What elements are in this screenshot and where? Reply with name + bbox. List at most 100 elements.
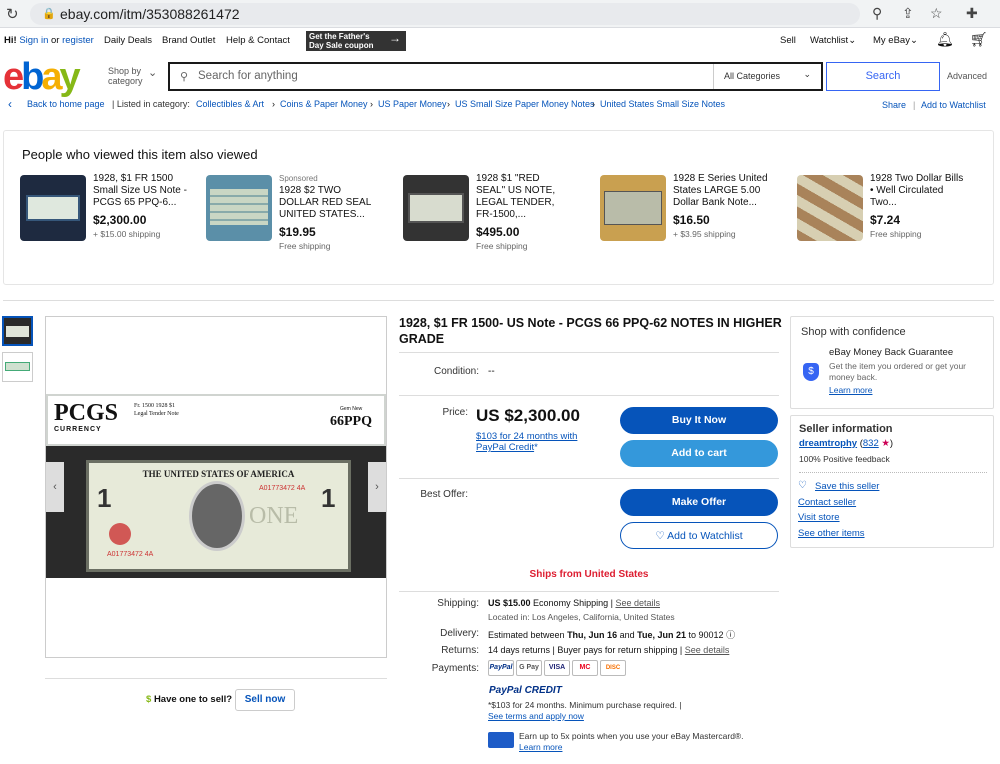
item-price: $2,300.00 bbox=[93, 213, 147, 227]
crumb-paper-money[interactable]: US Paper Money bbox=[378, 99, 447, 109]
item-price: $16.50 bbox=[673, 213, 710, 227]
back-home-link[interactable]: Back to home page bbox=[27, 99, 105, 109]
next-image-button[interactable]: › bbox=[368, 462, 386, 512]
chevron-left-icon[interactable]: ‹ bbox=[8, 97, 12, 111]
crumb-us-small-notes[interactable]: United States Small Size Notes bbox=[600, 99, 725, 109]
item-thumbnail bbox=[600, 175, 666, 241]
share-link[interactable]: Share bbox=[882, 100, 906, 110]
confidence-title: Shop with confidence bbox=[801, 326, 906, 338]
visa-icon: VISA bbox=[544, 660, 570, 676]
seller-info-title: Seller information bbox=[799, 423, 893, 435]
seller-score[interactable]: 832 bbox=[863, 438, 879, 449]
item-title: 1928, $1 FR 1500- US Note - PCGS 66 PPQ-… bbox=[399, 316, 782, 346]
watchlist-link[interactable]: Watchlist bbox=[810, 35, 848, 46]
item-thumbnail bbox=[206, 175, 272, 241]
divider bbox=[3, 300, 994, 301]
currency-label: CURRENCY bbox=[54, 426, 102, 433]
gallery-thumbnail[interactable] bbox=[2, 352, 33, 382]
also-viewed-title: People who viewed this item also viewed bbox=[22, 147, 258, 162]
contact-seller-link[interactable]: Contact seller bbox=[798, 497, 856, 508]
crumb-coins[interactable]: Coins & Paper Money bbox=[280, 99, 368, 109]
returns-details-link[interactable]: See details bbox=[685, 645, 730, 655]
search-input[interactable]: Search for anything bbox=[198, 70, 298, 82]
zoom-icon[interactable]: ⚲ bbox=[872, 5, 882, 22]
star-icon[interactable]: ☆ bbox=[930, 5, 943, 22]
condition-value: -- bbox=[488, 366, 495, 377]
paypal-terms-link[interactable]: See terms and apply now bbox=[488, 711, 584, 721]
lock-icon[interactable]: 🔒 bbox=[42, 7, 56, 20]
also-viewed-item[interactable]: Sponsored 1928 $2 TWO DOLLAR RED SEAL UNI… bbox=[192, 173, 382, 263]
gallery-thumbnail[interactable] bbox=[2, 316, 33, 346]
breadcrumb: ‹ Back to home page | Listed in category… bbox=[8, 97, 986, 111]
crumb-sep: › bbox=[272, 99, 275, 109]
seller-name-link[interactable]: dreamtrophy bbox=[799, 438, 857, 449]
item-price: $495.00 bbox=[476, 225, 520, 239]
add-to-watchlist-button[interactable]: ♡ Add to Watchlist bbox=[620, 522, 778, 549]
share-icon[interactable]: ⇪ bbox=[902, 5, 914, 22]
search-button[interactable]: Search bbox=[826, 62, 940, 91]
add-watchlist-link[interactable]: Add to Watchlist bbox=[921, 100, 986, 110]
have-one-label: Have one to sell? bbox=[153, 694, 233, 705]
shop-by-category[interactable]: Shop by category ⌄ bbox=[108, 66, 157, 86]
discover-icon: DISC bbox=[600, 660, 626, 676]
also-viewed-item[interactable]: 1928, $1 FR 1500 Small Size US Note - PC… bbox=[6, 173, 196, 263]
daily-deals-link[interactable]: Daily Deals bbox=[104, 35, 152, 46]
ebay-logo[interactable]: ebay bbox=[3, 56, 81, 99]
divider bbox=[799, 472, 987, 473]
paypal-credit-offer[interactable]: $103 for 24 months with bbox=[476, 431, 577, 442]
my-ebay-link[interactable]: My eBay bbox=[873, 35, 910, 46]
item-shipping: Free shipping bbox=[279, 241, 331, 251]
card-learn-more[interactable]: Learn more bbox=[519, 742, 562, 752]
sign-in-link[interactable]: Sign in bbox=[19, 35, 48, 46]
extensions-icon[interactable]: ✚ bbox=[966, 5, 978, 22]
card-promo: Earn up to 5x points when you use your e… bbox=[519, 731, 744, 741]
sponsored-label: Sponsored bbox=[279, 174, 318, 183]
item-thumbnail bbox=[403, 175, 469, 241]
also-viewed-section: People who viewed this item also viewed … bbox=[3, 130, 994, 285]
heart-icon: ♡ bbox=[655, 530, 665, 542]
category-select[interactable]: All Categories ⌄ bbox=[713, 64, 821, 89]
sell-now-button[interactable]: Sell now bbox=[235, 689, 295, 711]
returns-label: Returns: bbox=[441, 645, 479, 656]
divider bbox=[399, 395, 779, 396]
shop-by-label: Shop by bbox=[108, 66, 142, 76]
positive-feedback: 100% Positive feedback bbox=[799, 454, 890, 464]
shipping-type: Economy Shipping | bbox=[533, 598, 613, 608]
add-to-cart-button[interactable]: Add to cart bbox=[620, 440, 778, 467]
have-one-to-sell: $ Have one to sell? bbox=[146, 694, 232, 705]
cart-icon[interactable]: 🛒︎ bbox=[970, 31, 988, 48]
also-viewed-item[interactable]: 1928 $1 "RED SEAL" US NOTE, LEGAL TENDER… bbox=[389, 173, 579, 263]
item-shipping: Free shipping bbox=[870, 229, 922, 239]
reload-icon[interactable]: ↻ bbox=[6, 5, 19, 23]
shipping-details-link[interactable]: See details bbox=[615, 598, 660, 608]
shipping-cost: US $15.00 bbox=[488, 598, 531, 608]
url-text: ebay.com/itm/353088261472 bbox=[60, 6, 240, 22]
shield-icon: $ bbox=[803, 363, 819, 381]
paypal-credit-link[interactable]: PayPal Credit bbox=[476, 442, 534, 453]
prev-image-button[interactable]: ‹ bbox=[46, 462, 64, 512]
also-viewed-item[interactable]: 1928 E Series United States LARGE 5.00 D… bbox=[586, 173, 776, 263]
main-image[interactable]: PCGS CURRENCY Fr. 1500 1928 $1 Legal Tend… bbox=[45, 316, 387, 658]
help-contact-link[interactable]: Help & Contact bbox=[226, 35, 290, 46]
see-other-items-link[interactable]: See other items bbox=[798, 528, 865, 539]
visit-store-link[interactable]: Visit store bbox=[798, 512, 840, 523]
also-viewed-item[interactable]: 1928 Two Dollar Bills • Well Circulated … bbox=[783, 173, 973, 263]
save-seller-link[interactable]: Save this seller bbox=[815, 481, 879, 492]
register-link[interactable]: register bbox=[62, 35, 94, 46]
bell-icon[interactable]: 🔔︎ bbox=[936, 31, 954, 48]
make-offer-button[interactable]: Make Offer bbox=[620, 489, 778, 516]
crumb-collectibles[interactable]: Collectibles & Art bbox=[196, 99, 264, 109]
advanced-search-link[interactable]: Advanced bbox=[947, 71, 987, 81]
sell-link[interactable]: Sell bbox=[780, 35, 796, 46]
price-label: Price: bbox=[442, 407, 468, 418]
pcgs-logo: PCGS bbox=[54, 400, 119, 426]
brand-outlet-link[interactable]: Brand Outlet bbox=[162, 35, 215, 46]
guarantee-learn-more[interactable]: Learn more bbox=[829, 385, 872, 395]
paypal-icon: PayPal bbox=[488, 660, 514, 676]
crumb-small-size[interactable]: US Small Size Paper Money Notes bbox=[455, 99, 595, 109]
address-bar[interactable]: ebay.com/itm/353088261472 bbox=[30, 3, 860, 25]
info-icon[interactable]: ⓘ bbox=[726, 630, 735, 640]
coupon-banner[interactable]: Get the Father's Day Sale coupon → bbox=[306, 31, 406, 51]
buy-it-now-button[interactable]: Buy It Now bbox=[620, 407, 778, 434]
banknote-image: PCGS CURRENCY Fr. 1500 1928 $1 Legal Tend… bbox=[46, 394, 386, 578]
